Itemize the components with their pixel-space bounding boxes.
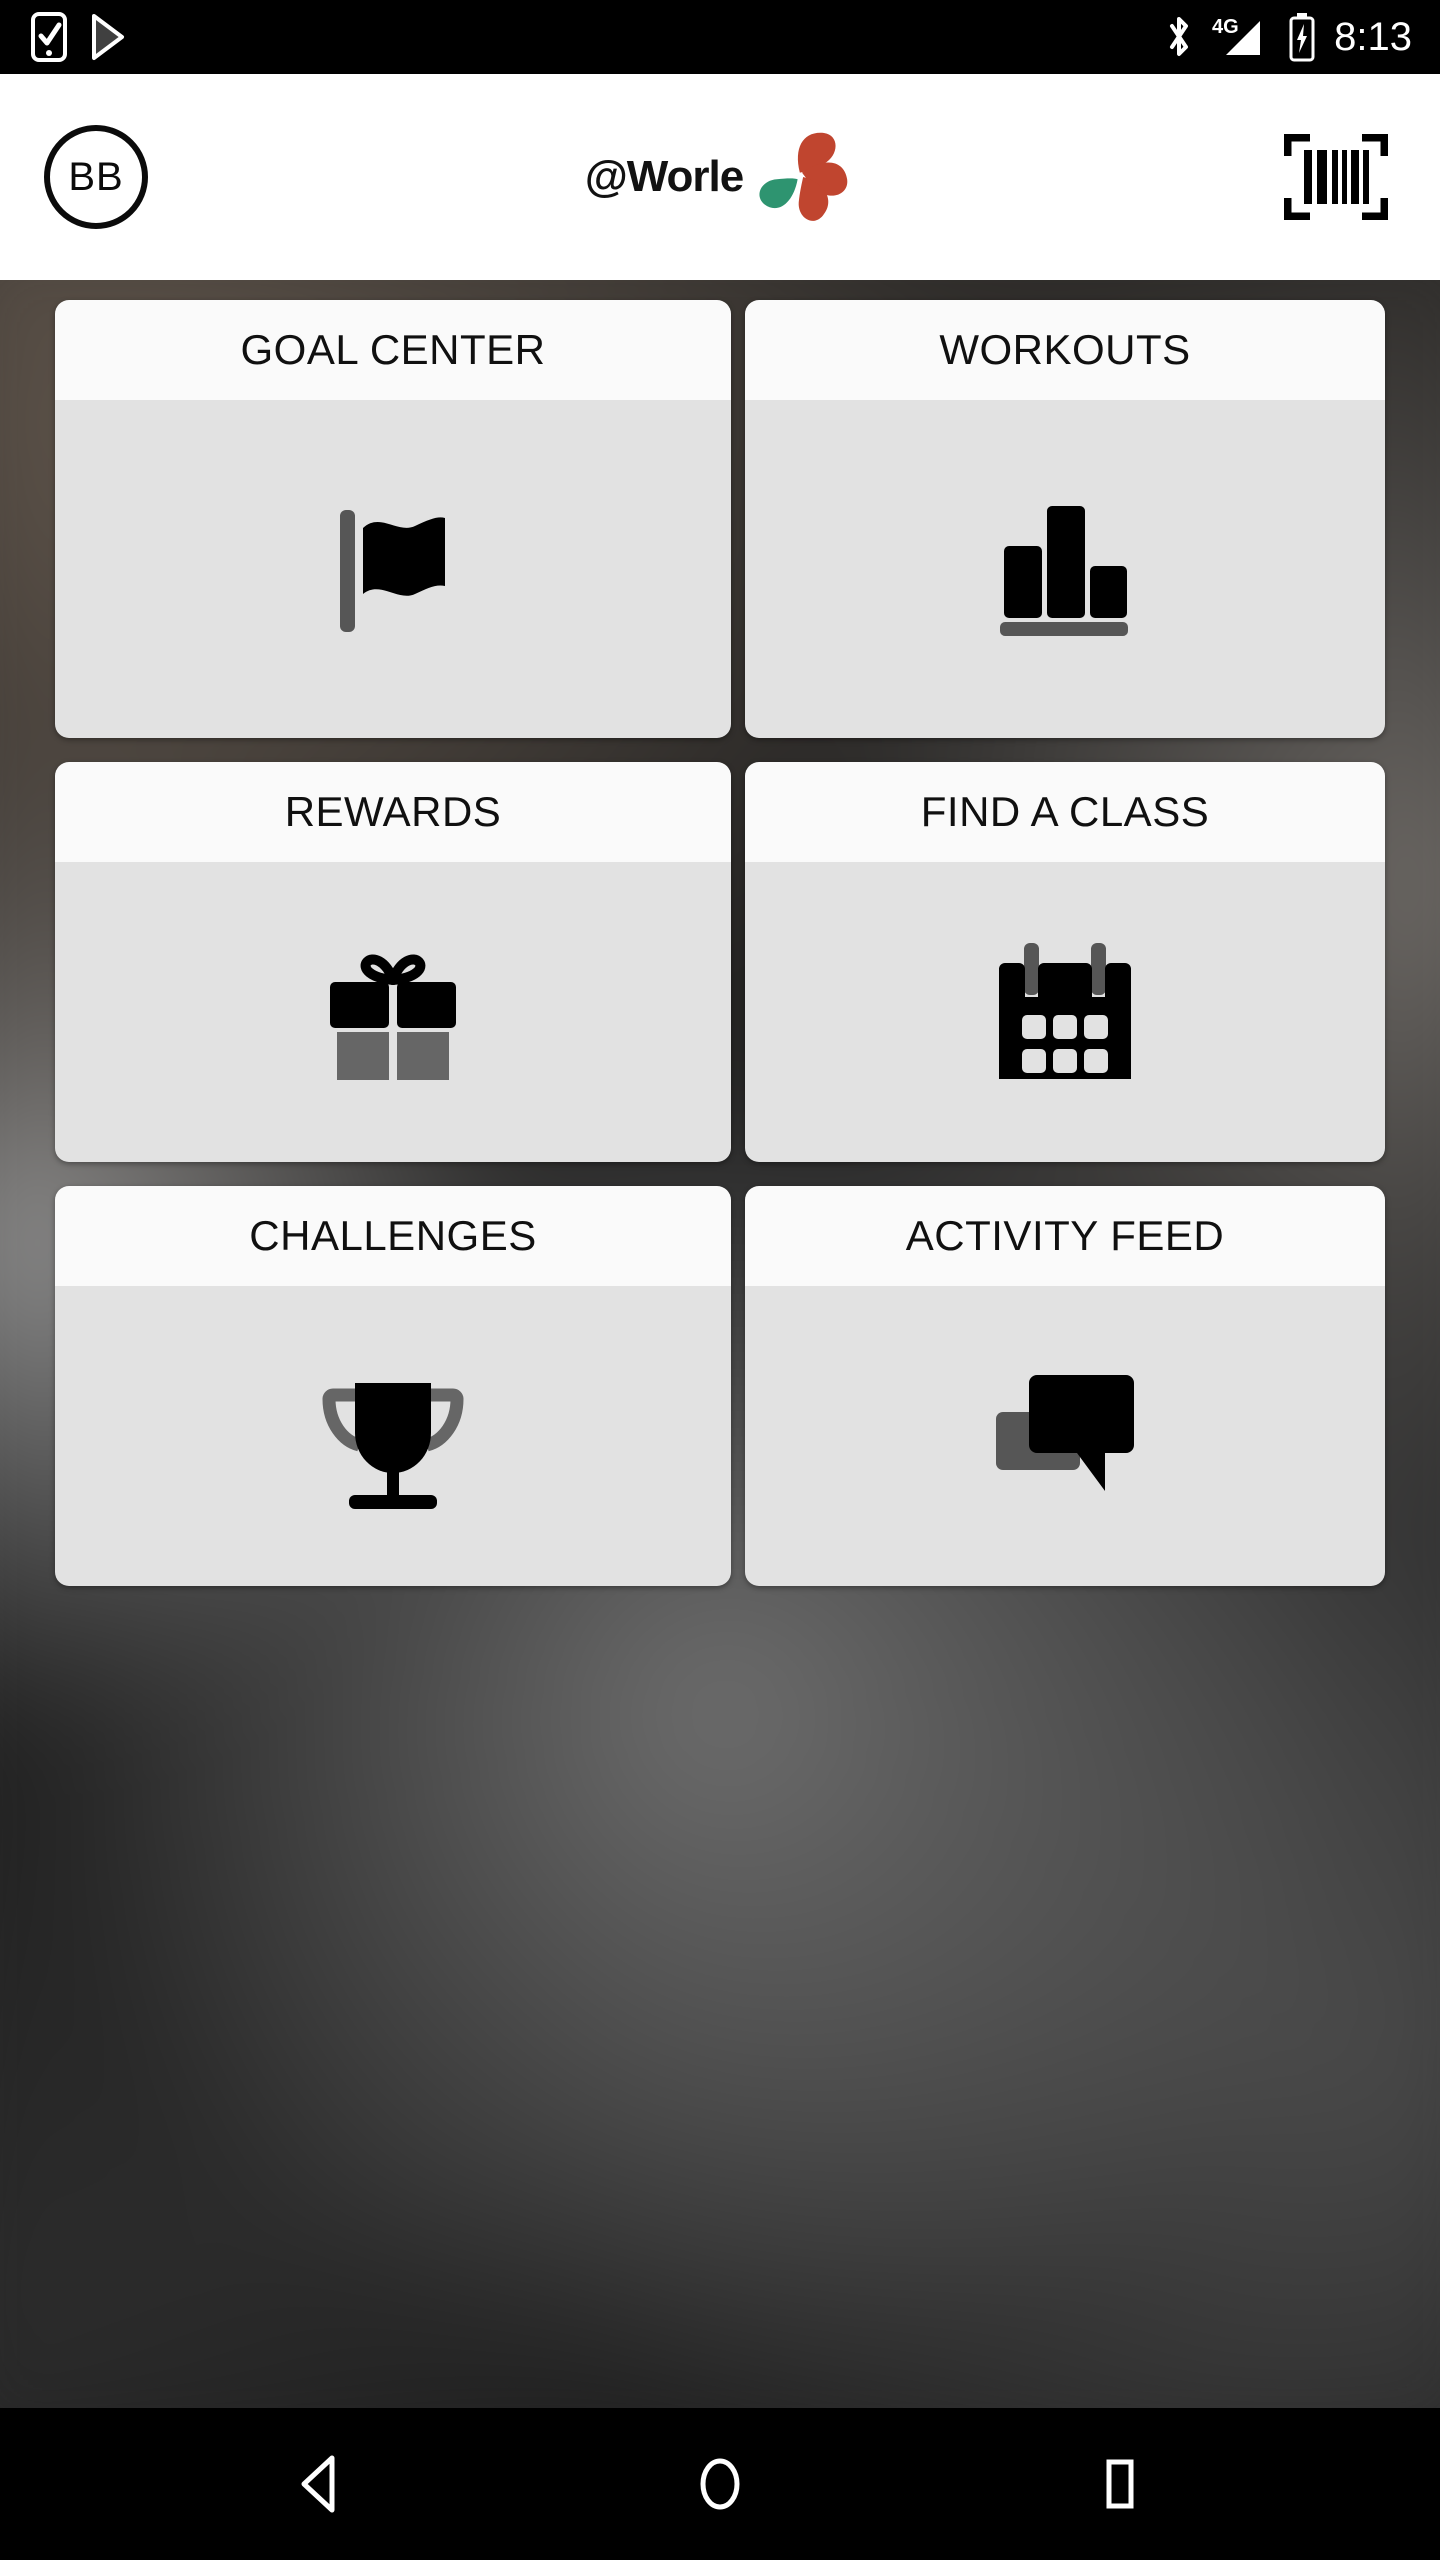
recents-square-icon [1092,2454,1148,2514]
trophy-icon [317,1361,469,1511]
brand-logo-text: @Worle [584,152,744,201]
dashboard-grid: GOAL CENTER WORKOUTS REWARDS FIND A CLAS… [55,300,1385,1586]
status-bar-left-icons [28,12,130,62]
battery-charging-icon [1286,12,1318,62]
status-bar: 4G 8:13 [0,0,1440,74]
tile-body [745,400,1385,738]
tile-rewards[interactable]: REWARDS [55,762,731,1162]
play-store-icon [88,13,130,61]
tile-body [55,862,731,1162]
bluetooth-icon [1164,13,1194,61]
tile-title-find-a-class: FIND A CLASS [920,788,1210,835]
tile-title-workouts: WORKOUTS [939,326,1191,373]
calendar-icon [990,939,1140,1085]
gift-icon [318,942,468,1082]
tile-body [55,400,731,738]
tile-header: WORKOUTS [745,300,1385,400]
network-type-label: 4G [1212,16,1239,38]
tile-body [55,1286,731,1586]
avatar-initials: BB [68,154,124,199]
tile-title-goal-center: GOAL CENTER [240,326,546,373]
avatar[interactable]: BB [44,125,148,229]
tile-title-rewards: REWARDS [284,788,502,835]
tile-header: GOAL CENTER [55,300,731,400]
home-circle-icon [692,2454,748,2514]
app-header: BB @Worle [0,74,1440,280]
bar-chart-icon [990,494,1140,644]
status-bar-clock: 8:13 [1334,15,1412,59]
tile-find-a-class[interactable]: FIND A CLASS [745,762,1385,1162]
tile-body [745,1286,1385,1586]
tile-activity-feed[interactable]: ACTIVITY FEED [745,1186,1385,1586]
tile-title-challenges: CHALLENGES [249,1212,537,1259]
tasks-checkbox-icon [28,12,70,62]
tile-header: CHALLENGES [55,1186,731,1286]
tile-header: FIND A CLASS [745,762,1385,862]
tile-body [745,862,1385,1162]
status-bar-right-icons: 4G 8:13 [1164,12,1412,62]
tile-header: REWARDS [55,762,731,862]
pinwheel-mark-icon [745,122,855,232]
barcode-scan-icon [1284,134,1388,220]
tile-workouts[interactable]: WORKOUTS [745,300,1385,738]
tile-title-activity-feed: ACTIVITY FEED [905,1212,1225,1259]
tile-goal-center[interactable]: GOAL CENTER [55,300,731,738]
system-navigation-bar [0,2408,1440,2560]
chat-bubbles-icon [990,1371,1140,1501]
tile-challenges[interactable]: CHALLENGES [55,1186,731,1586]
nav-recents-button[interactable] [1040,2429,1200,2539]
nav-back-button[interactable] [240,2429,400,2539]
signal-4g-icon: 4G [1210,13,1270,61]
tile-header: ACTIVITY FEED [745,1186,1385,1286]
back-triangle-icon [292,2454,348,2514]
nav-home-button[interactable] [640,2429,800,2539]
brand-logo: @Worle [585,122,855,232]
phone-screen: 4G 8:13 BB @Worle GOAL CENTER WORKOUTS R… [0,0,1440,2560]
barcode-scan-button[interactable] [1276,129,1396,225]
flag-icon [318,494,468,644]
